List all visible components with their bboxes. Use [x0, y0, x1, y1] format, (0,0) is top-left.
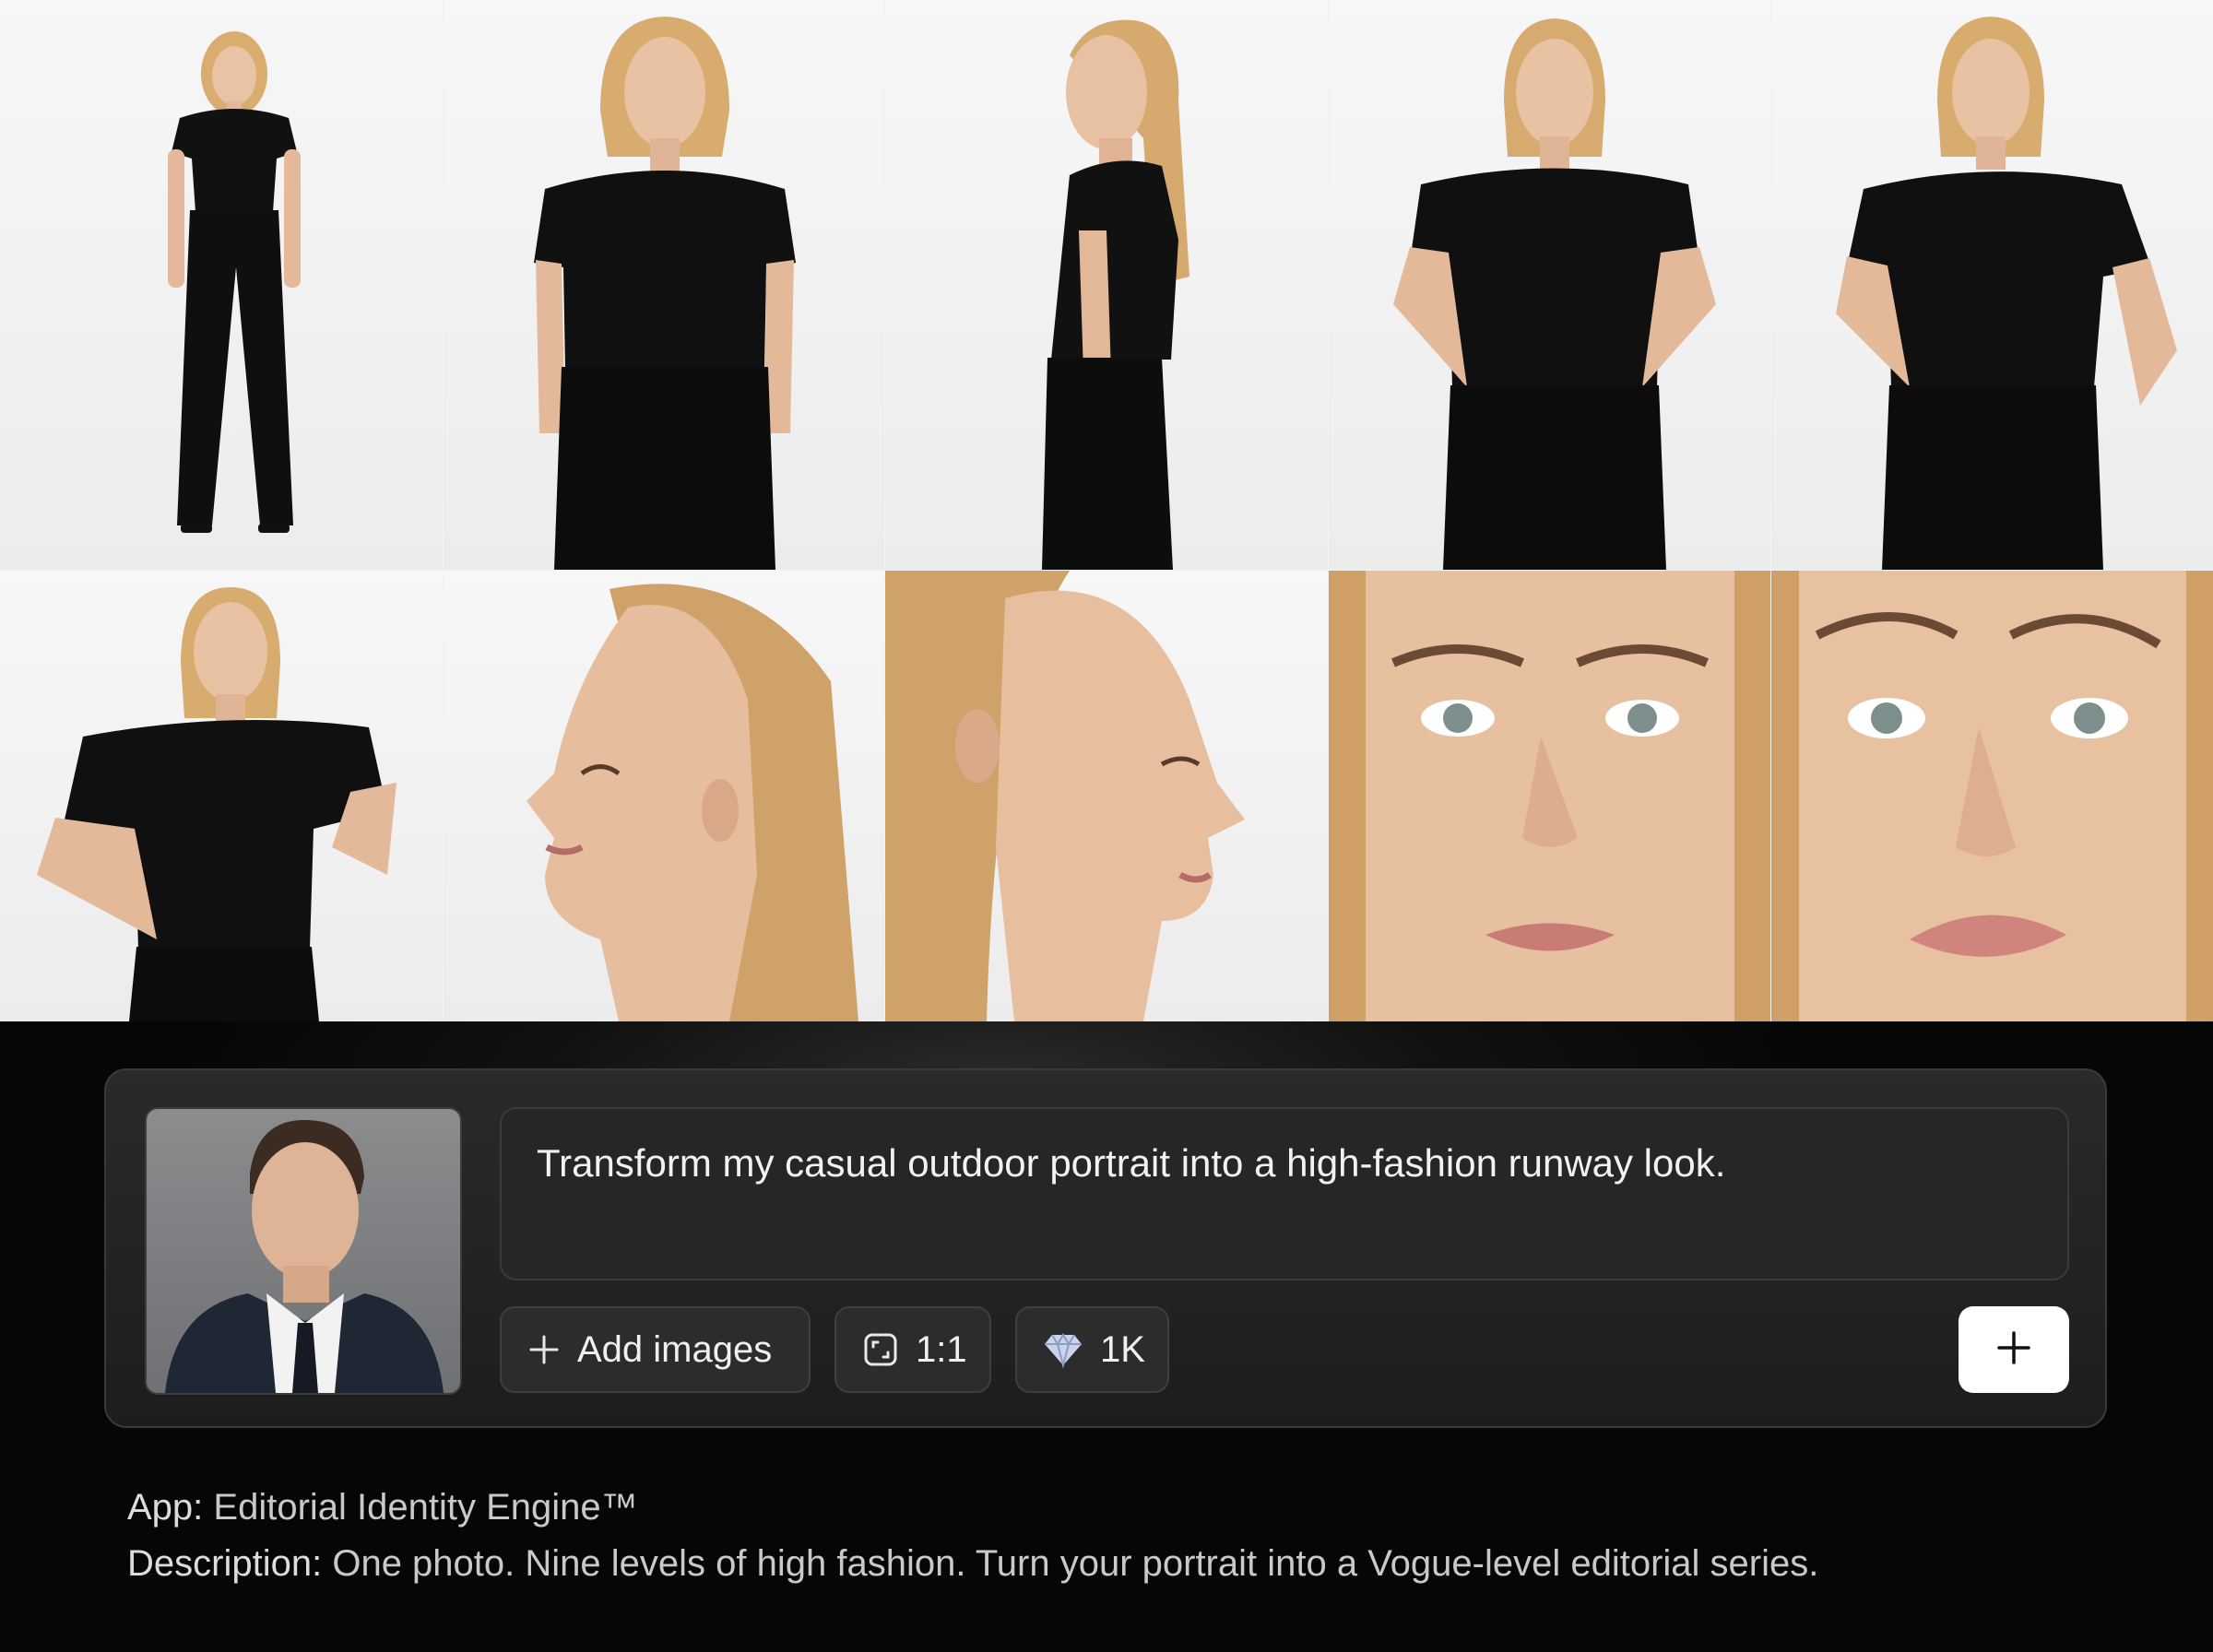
prompt-input[interactable]: Transform my casual outdoor portrait int…	[500, 1107, 2069, 1280]
figure-illustration	[1771, 571, 2213, 1021]
figure-illustration	[885, 571, 1245, 1021]
figure-illustration	[1329, 571, 1770, 1021]
generated-gallery	[0, 0, 2213, 1021]
plus-icon	[1995, 1329, 2032, 1371]
figure-illustration	[527, 584, 858, 1021]
prompt-composer: Transform my casual outdoor portrait int…	[104, 1068, 2107, 1428]
figure-illustration	[37, 587, 396, 1021]
gallery-image-profile-body[interactable]	[885, 0, 1328, 570]
add-images-label: Add images	[577, 1328, 773, 1370]
figure-illustration	[1042, 19, 1189, 570]
plus-icon	[527, 1333, 561, 1366]
gallery-image-full-body-front[interactable]	[0, 0, 443, 570]
reference-image-thumbnail[interactable]	[145, 1107, 462, 1395]
gallery-image-hands-on-hips[interactable]	[1329, 0, 1770, 570]
figure-illustration	[1393, 18, 1716, 570]
figure-illustration	[168, 31, 301, 533]
description-text: One photo. Nine levels of high fashion. …	[332, 1543, 1819, 1584]
description-label: Description:	[127, 1543, 323, 1584]
figure-illustration	[534, 17, 796, 570]
aspect-ratio-icon	[862, 1331, 899, 1368]
gallery-image-hands-in-pockets[interactable]	[444, 0, 884, 570]
gallery-image-profile-face-right[interactable]	[885, 571, 1328, 1021]
aspect-ratio-button[interactable]: 1:1	[834, 1306, 991, 1393]
figure-illustration	[1836, 17, 2177, 570]
gallery-image-profile-face-left[interactable]	[444, 571, 884, 1021]
submit-button[interactable]	[1959, 1306, 2069, 1393]
add-images-button[interactable]: Add images	[500, 1306, 811, 1393]
prompt-text: Transform my casual outdoor portrait int…	[537, 1141, 1726, 1185]
gallery-image-face-closeup-tilted[interactable]	[1771, 571, 2213, 1021]
gallery-image-face-closeup-front[interactable]	[1329, 571, 1770, 1021]
resolution-button[interactable]: 1K	[1015, 1306, 1169, 1393]
diamond-icon	[1043, 1331, 1083, 1368]
aspect-ratio-label: 1:1	[916, 1328, 967, 1370]
resolution-label: 1K	[1100, 1328, 1145, 1370]
app-description: Description: One photo. Nine levels of h…	[127, 1543, 1818, 1585]
gallery-image-three-quarter-tug[interactable]	[0, 571, 443, 1021]
app-label: App:	[127, 1487, 204, 1528]
portrait-illustration	[165, 1119, 444, 1393]
app-name: Editorial Identity Engine™	[213, 1487, 638, 1528]
app-info: App: Editorial Identity Engine™	[127, 1487, 638, 1528]
gallery-image-tugging-shirt[interactable]	[1771, 0, 2213, 570]
